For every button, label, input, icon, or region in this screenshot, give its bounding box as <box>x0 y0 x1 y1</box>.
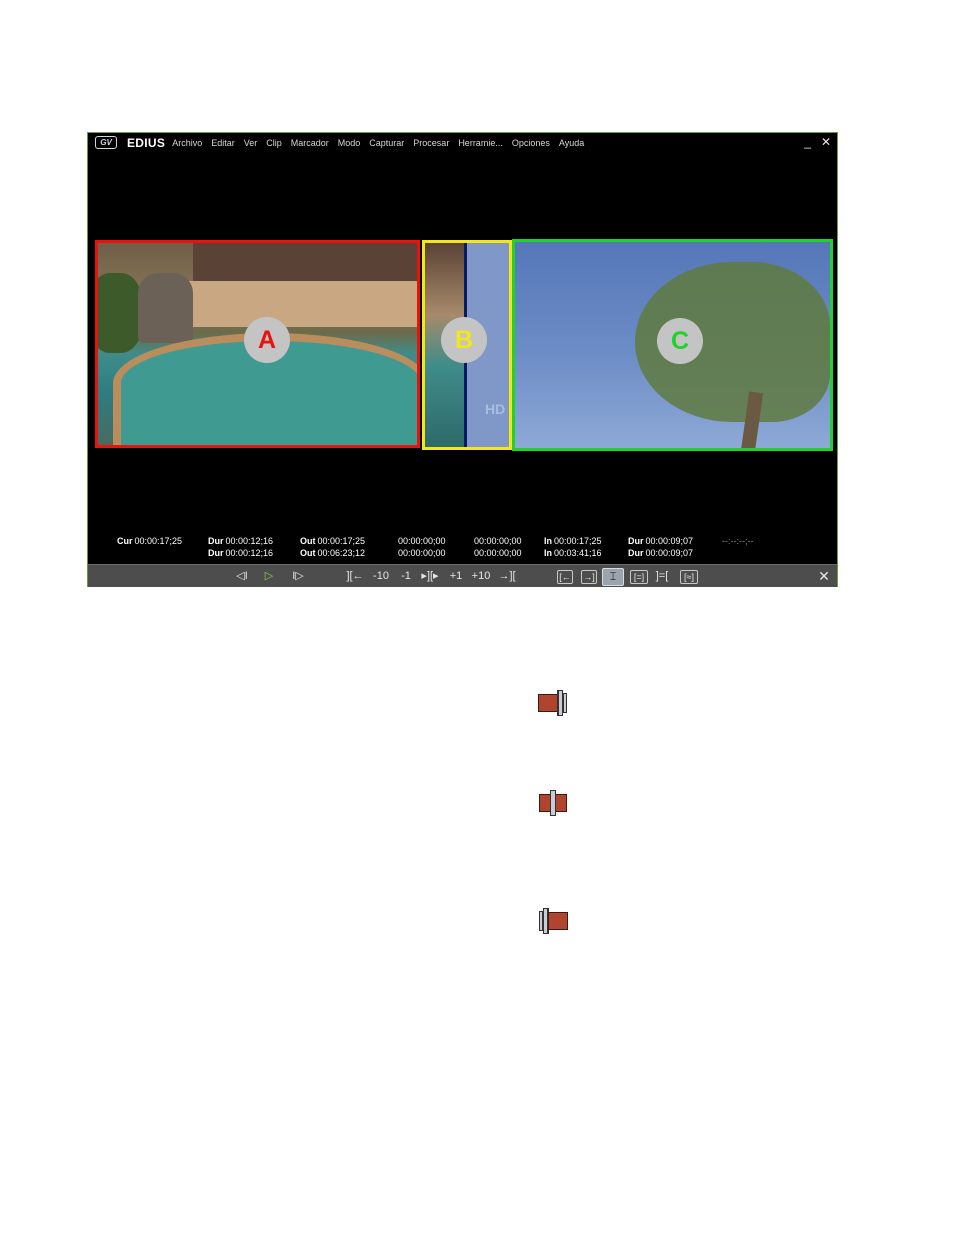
scene-wall <box>188 281 417 327</box>
plus-10-button[interactable]: +10 <box>469 568 493 584</box>
jump-to-in-button[interactable]: ][← <box>344 568 366 584</box>
preview-panel-b[interactable]: HD B <box>422 240 512 450</box>
out-value: 00:00:17;25 <box>317 536 366 546</box>
timecode-blank-4: 00:00:00;00 <box>474 548 522 558</box>
timecode-out-2: Out 00:06:23;12 <box>300 548 365 559</box>
menu-procesar[interactable]: Procesar <box>413 138 449 148</box>
label-badge-a: A <box>244 317 290 363</box>
jump-to-out-button[interactable]: →][ <box>496 568 518 584</box>
dur-value: 00:00:09;07 <box>645 536 694 546</box>
label-badge-b: B <box>441 317 487 363</box>
timecode-empty: --:--:--;-- <box>722 536 753 547</box>
trim-in-icon-clip <box>548 912 568 930</box>
edius-window: GV EDIUS Archivo Editar Ver Clip Marcado… <box>87 132 838 587</box>
menu-ayuda[interactable]: Ayuda <box>559 138 584 148</box>
trim-out-icon-clip <box>538 694 558 712</box>
minimize-button[interactable]: _ <box>804 135 811 149</box>
in-value: 00:00:17;25 <box>554 536 602 546</box>
menu-modo[interactable]: Modo <box>338 138 361 148</box>
trim-in-icon <box>537 906 571 938</box>
dur-label: Dur <box>208 548 224 558</box>
timecode-blank-3: 00:00:00;00 <box>474 536 522 546</box>
out-label: Out <box>300 548 316 558</box>
in-label: In <box>544 548 552 558</box>
gv-logo-icon: GV <box>95 136 117 149</box>
menu-archivo[interactable]: Archivo <box>172 138 202 148</box>
trim-mode-roll-button[interactable]: ⌶ <box>602 568 624 586</box>
cur-label: Cur <box>117 536 133 546</box>
trim-mode-slide-button[interactable]: ]=[ <box>653 568 671 584</box>
label-badge-c: C <box>657 318 703 364</box>
hd-watermark: HD <box>485 401 506 417</box>
next-frame-button[interactable]: I▷ <box>288 568 308 584</box>
dur-label: Dur <box>628 548 644 558</box>
empty-value: --:--:--;-- <box>722 536 754 546</box>
scene-foliage <box>98 273 143 353</box>
trim-mode-in-button[interactable]: [← <box>557 570 573 584</box>
trim-mode-out-button[interactable]: →] <box>581 570 597 584</box>
dur-value: 00:00:09;07 <box>645 548 694 558</box>
dur-value: 00:00:12;16 <box>225 548 274 558</box>
dur-value: 00:00:12;16 <box>225 536 274 546</box>
trim-roll-icon-bracket <box>550 790 556 816</box>
timecode-in-1: In 00:00:17;25 <box>544 536 602 547</box>
preview-panel-c[interactable]: C <box>512 239 833 451</box>
menu-editar[interactable]: Editar <box>211 138 235 148</box>
in-label: In <box>544 536 552 546</box>
window-controls: _ ✕ <box>804 135 831 149</box>
timecode-in-2: In 00:03:41;16 <box>544 548 602 559</box>
trim-out-icon <box>537 688 571 720</box>
menu-clip[interactable]: Clip <box>266 138 282 148</box>
playback-toolbar: ◁I ▷ I▷ ][← -10 -1 ▸][▸ +1 +10 →][ [← →]… <box>88 564 837 587</box>
menu-marcador[interactable]: Marcador <box>291 138 329 148</box>
minus-1-button[interactable]: -1 <box>398 568 414 584</box>
trim-mode-slip-button[interactable]: [=] <box>630 570 648 584</box>
menu-bar: GV EDIUS Archivo Editar Ver Clip Marcado… <box>88 133 837 152</box>
prev-frame-button[interactable]: ◁I <box>232 568 252 584</box>
out-label: Out <box>300 536 316 546</box>
menu-herramientas[interactable]: Herramie... <box>458 138 503 148</box>
timecode-dur-2: Dur 00:00:12;16 <box>208 548 273 559</box>
minus-10-button[interactable]: -10 <box>370 568 392 584</box>
scene-waterfall-rock <box>138 273 193 343</box>
out-value: 00:06:23;12 <box>317 548 366 558</box>
in-value: 00:03:41;16 <box>554 548 602 558</box>
timecode-dur-1: Dur 00:00:12;16 <box>208 536 273 547</box>
timecode-out-1: Out 00:00:17;25 <box>300 536 365 547</box>
toolbar-close-button[interactable]: ✕ <box>816 568 832 584</box>
app-title: EDIUS <box>127 135 166 150</box>
trim-out-icon-edge <box>563 693 567 713</box>
preview-panel-a[interactable]: A <box>95 240 420 448</box>
plus-1-button[interactable]: +1 <box>447 568 465 584</box>
menu-ver[interactable]: Ver <box>244 138 258 148</box>
timecode-blank-2: 00:00:00;00 <box>398 548 446 558</box>
play-button[interactable]: ▷ <box>261 568 277 584</box>
trim-roll-icon <box>537 788 571 820</box>
scene-roof <box>193 243 417 281</box>
timecode-dur-4: Dur 00:00:09;07 <box>628 548 693 559</box>
trim-mode-ripple-button[interactable]: [≈] <box>680 570 698 584</box>
menu-opciones[interactable]: Opciones <box>512 138 550 148</box>
dur-label: Dur <box>628 536 644 546</box>
timecode-cur: Cur 00:00:17;25 <box>117 536 182 547</box>
dur-label: Dur <box>208 536 224 546</box>
menu-list: Archivo Editar Ver Clip Marcador Modo Ca… <box>172 138 593 148</box>
timecode-dur-3: Dur 00:00:09;07 <box>628 536 693 547</box>
play-trim-button[interactable]: ▸][▸ <box>419 568 441 584</box>
menu-capturar[interactable]: Capturar <box>369 138 404 148</box>
timecode-blank-1: 00:00:00;00 <box>398 536 446 546</box>
window-close-button[interactable]: ✕ <box>821 135 831 149</box>
cur-value: 00:00:17;25 <box>134 536 183 546</box>
